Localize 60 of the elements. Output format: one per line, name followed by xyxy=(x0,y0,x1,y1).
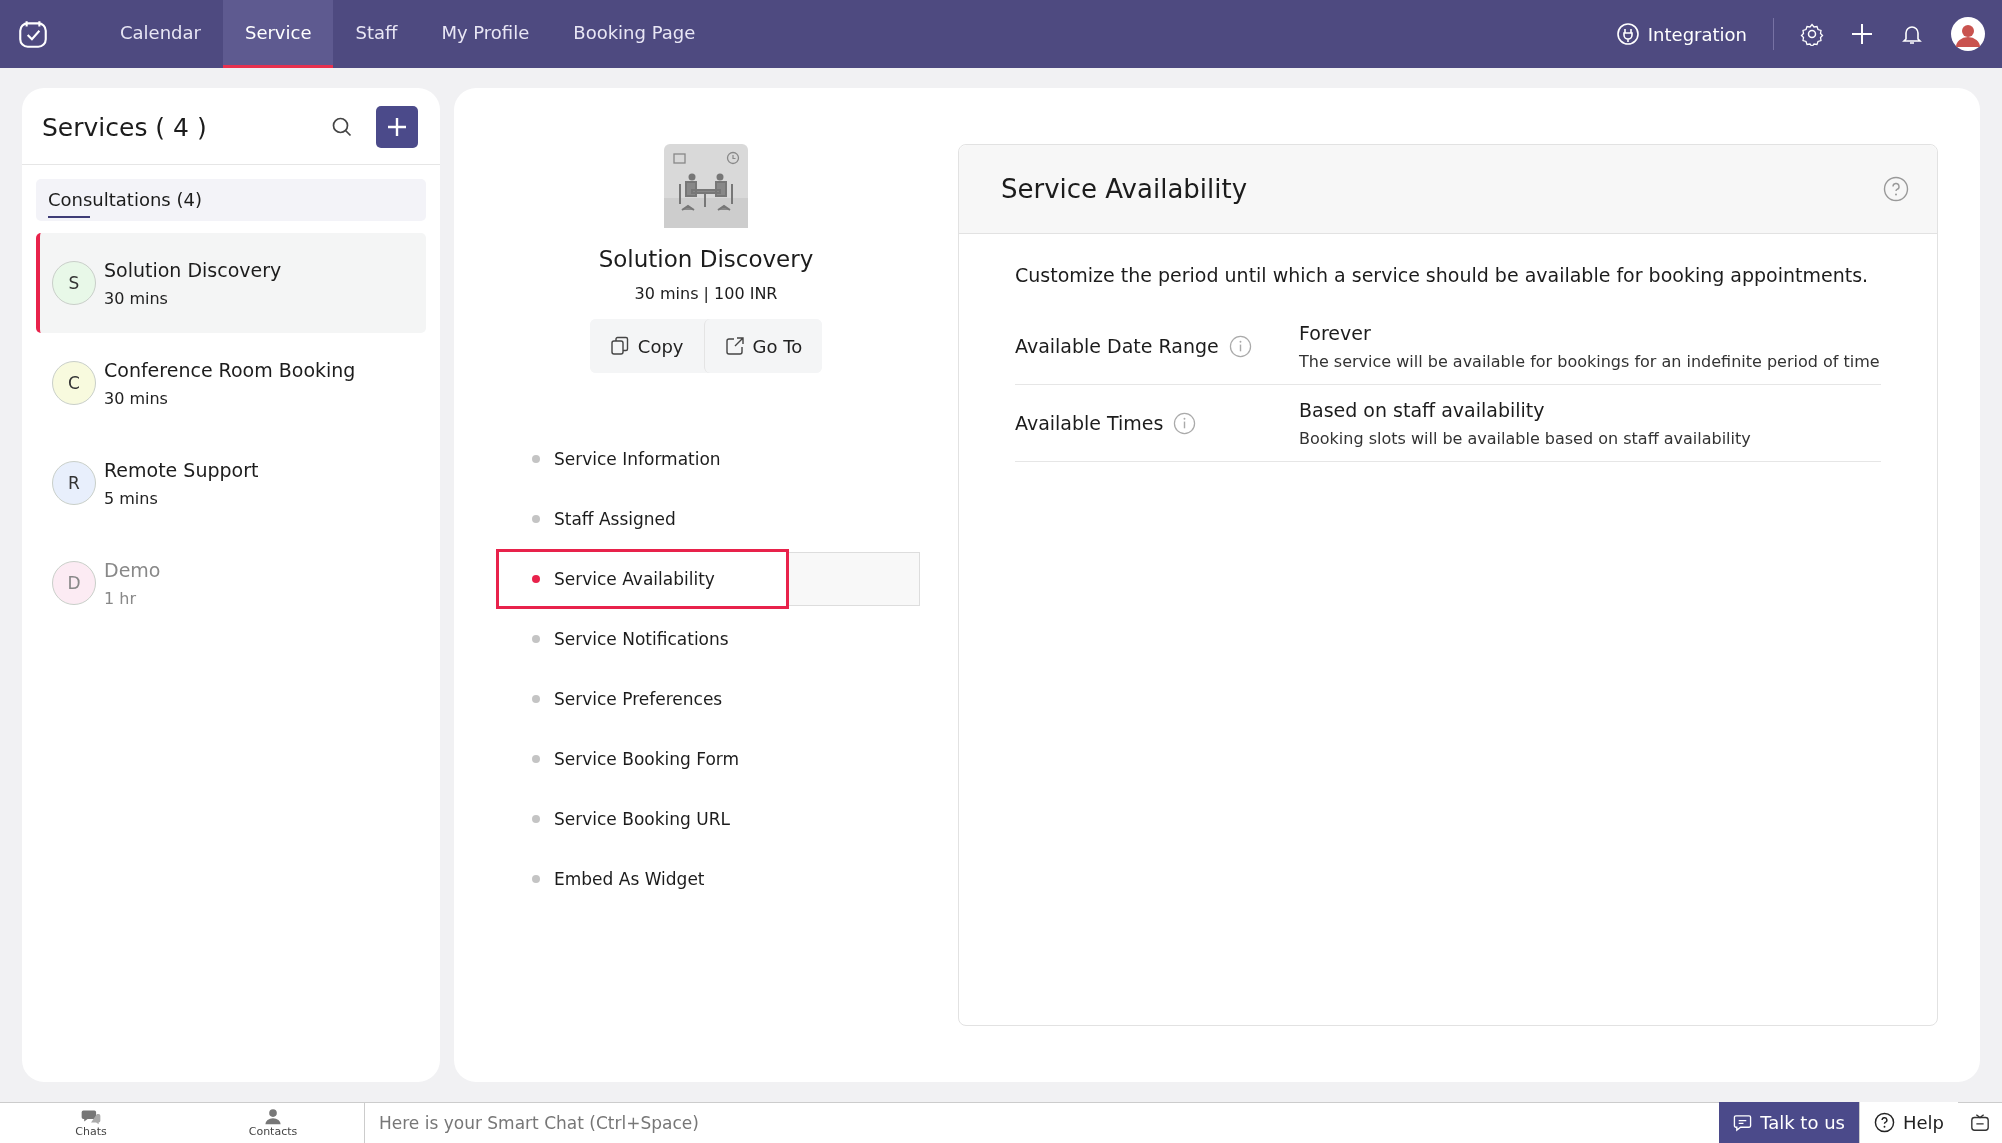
smart-chat-field[interactable]: Here is your Smart Chat (Ctrl+Space) xyxy=(364,1102,1720,1143)
copy-icon xyxy=(609,336,630,356)
search-icon[interactable] xyxy=(330,115,354,139)
talk-to-us-button[interactable]: Talk to us xyxy=(1719,1102,1859,1143)
service-list-item[interactable]: C Conference Room Booking 30 mins xyxy=(36,333,426,433)
service-list-item[interactable]: S Solution Discovery 30 mins xyxy=(36,233,426,333)
nav-tab[interactable]: My Profile xyxy=(419,0,552,68)
chat-bubbles-icon xyxy=(80,1108,102,1125)
setting-value: Forever xyxy=(1299,321,1372,344)
help-icon xyxy=(1873,1112,1895,1133)
section-menu-item[interactable]: Service Booking URL xyxy=(454,789,747,849)
service-list-item[interactable]: R Remote Support 5 mins xyxy=(36,433,426,533)
contacts-tab[interactable]: Contacts xyxy=(182,1102,364,1143)
service-initial-avatar: C xyxy=(52,361,96,405)
section-menu-item[interactable]: Service Preferences xyxy=(454,669,747,729)
setting-label: Available Date Range xyxy=(1015,335,1219,357)
plug-icon xyxy=(1615,22,1640,46)
service-initial-avatar: D xyxy=(52,561,96,605)
service-initial-avatar: S xyxy=(52,261,96,305)
chats-tab[interactable]: Chats xyxy=(0,1102,182,1143)
nav-tab[interactable]: Booking Page xyxy=(551,0,718,68)
nav-tab[interactable]: Calendar xyxy=(98,0,223,68)
section-menu-item[interactable]: Service Booking Form xyxy=(454,729,747,789)
settings-icon[interactable] xyxy=(1800,22,1824,46)
setting-note: The service will be available for bookings for an indefinite period of time xyxy=(1299,351,1880,371)
card-description: Customize the period until which a service should be available for booking appointments. xyxy=(1015,264,1870,286)
service-name: Demo xyxy=(104,558,161,581)
setting-value: Based on staff availability xyxy=(1299,398,1546,421)
section-menu-item[interactable]: Service Notifications xyxy=(454,609,747,669)
section-menu-item[interactable]: Embed As Widget xyxy=(454,849,747,909)
help-button[interactable]: Help xyxy=(1858,1102,1958,1143)
service-duration: 5 mins xyxy=(104,488,159,508)
service-initial-avatar: R xyxy=(52,461,96,505)
service-title: Solution Discovery xyxy=(598,246,814,272)
add-service-button[interactable] xyxy=(376,106,418,148)
person-icon xyxy=(264,1108,282,1125)
nav-tab[interactable]: Staff xyxy=(333,0,420,68)
setting-note: Booking slots will be available based on staff availability xyxy=(1299,428,1751,448)
section-menu-item[interactable]: Staff Assigned xyxy=(454,489,747,549)
panel-title: Services ( 4 ) xyxy=(42,112,207,142)
nav-tab[interactable]: Service xyxy=(222,0,334,68)
integration-link[interactable]: Integration xyxy=(1615,22,1747,46)
service-name: Remote Support xyxy=(104,458,259,481)
external-link-icon xyxy=(724,336,745,356)
service-duration: 30 mins xyxy=(104,288,169,308)
section-menu-item[interactable]: Service Information xyxy=(454,429,747,489)
section-menu-item[interactable]: Service Availability xyxy=(496,549,789,609)
category-tab[interactable]: Consultations (4) xyxy=(36,179,426,221)
plus-icon xyxy=(385,115,409,139)
service-duration: 30 mins xyxy=(104,388,169,408)
setting-label: Available Times xyxy=(1015,412,1164,434)
service-name: Solution Discovery xyxy=(104,258,282,281)
help-icon[interactable] xyxy=(1883,176,1909,202)
avatar-icon[interactable] xyxy=(1950,16,1986,52)
service-name: Conference Room Booking xyxy=(104,358,356,381)
service-duration: 1 hr xyxy=(104,588,137,608)
service-meta: 30 mins | 100 INR xyxy=(634,284,778,303)
card-title: Service Availability xyxy=(1001,174,1248,204)
add-icon[interactable] xyxy=(1850,22,1874,46)
chat-icon xyxy=(1733,1113,1753,1132)
